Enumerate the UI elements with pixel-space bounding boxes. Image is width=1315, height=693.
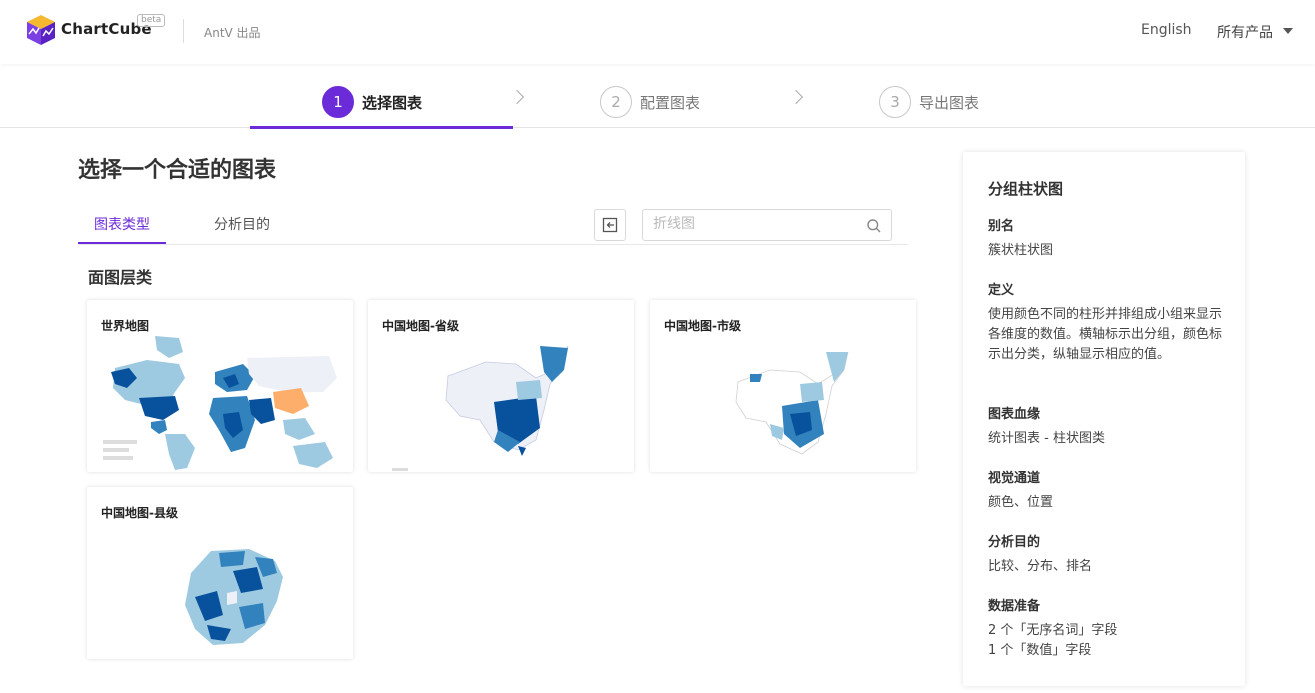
top-header: ChartCube beta AntV 出品 English 所有产品 <box>0 0 1315 64</box>
brand-subtitle: AntV 出品 <box>204 26 261 40</box>
detail-value-lineage: 统计图表 - 柱状图类 <box>988 431 1105 446</box>
step-navigation: 1 选择图表 2 配置图表 3 导出图表 <box>0 64 1315 129</box>
step-label: 导出图表 <box>919 93 980 112</box>
tab-active-indicator <box>78 242 166 244</box>
step-configure-chart[interactable]: 2 配置图表 <box>600 86 700 118</box>
chart-card-china-county[interactable]: 中国地图-县级 <box>87 487 353 659</box>
search-input[interactable] <box>653 216 853 232</box>
chevron-right-icon <box>509 89 525 105</box>
detail-label-data-prep: 数据准备 <box>988 599 1041 614</box>
chart-card-world-map[interactable]: 世界地图 <box>87 300 353 472</box>
search-icon[interactable] <box>866 218 882 234</box>
language-switch[interactable]: English <box>1141 22 1192 38</box>
world-map-thumbnail <box>103 336 337 470</box>
detail-label-definition: 定义 <box>988 283 1015 298</box>
active-step-indicator <box>250 126 513 129</box>
detail-value-purpose: 比较、分布、排名 <box>988 559 1093 574</box>
chart-detail-panel: 分组柱状图 别名 簇状柱状图 定义 使用颜色不同的柱形并排组成小组来显示各维度的… <box>963 152 1245 686</box>
page-title: 选择一个合适的图表 <box>78 158 277 183</box>
chartcube-logo-icon[interactable] <box>26 14 56 46</box>
tab-analysis-purpose[interactable]: 分析目的 <box>214 214 270 234</box>
step-number: 2 <box>600 86 632 118</box>
chart-search[interactable] <box>642 209 892 241</box>
detail-label-alias: 别名 <box>988 219 1015 234</box>
detail-value-data-prep-2: 1 个「数值」字段 <box>988 643 1092 658</box>
step-label: 选择图表 <box>362 93 423 112</box>
step-number: 3 <box>879 86 911 118</box>
detail-value-data-prep-1: 2 个「无序名词」字段 <box>988 623 1118 638</box>
detail-value-definition: 使用颜色不同的柱形并排组成小组来显示各维度的数值。横轴标示出分组，颜色标示出分类… <box>988 307 1223 362</box>
step-export-chart[interactable]: 3 导出图表 <box>879 86 979 118</box>
collapse-panel-button[interactable] <box>594 209 626 241</box>
china-county-map-thumbnail <box>185 549 283 645</box>
chart-name: 分组柱状图 <box>988 180 1064 198</box>
collapse-icon <box>602 217 618 233</box>
detail-label-lineage: 图表血缘 <box>988 407 1041 422</box>
chart-card-china-city[interactable]: 中国地图-市级 <box>650 300 916 472</box>
step-number: 1 <box>322 86 354 118</box>
header-divider <box>183 19 184 43</box>
step-select-chart[interactable]: 1 选择图表 <box>322 86 422 118</box>
china-city-map-thumbnail <box>735 351 849 455</box>
tab-chart-type[interactable]: 图表类型 <box>94 214 150 234</box>
detail-value-alias: 簇状柱状图 <box>988 243 1054 258</box>
section-title: 面图层类 <box>88 268 153 287</box>
chevron-right-icon <box>788 89 804 105</box>
beta-badge: beta <box>137 14 166 27</box>
detail-label-purpose: 分析目的 <box>988 535 1041 550</box>
step-label: 配置图表 <box>640 93 701 112</box>
chart-card-china-province[interactable]: 中国地图-省级 <box>368 300 634 472</box>
china-province-map-thumbnail <box>392 345 569 471</box>
detail-label-visual-channel: 视觉通道 <box>988 471 1041 486</box>
caret-down-icon[interactable] <box>1283 28 1293 34</box>
scroll-fade <box>0 668 960 693</box>
detail-value-visual-channel: 颜色、位置 <box>988 495 1054 510</box>
all-products-menu[interactable]: 所有产品 <box>1217 22 1273 42</box>
